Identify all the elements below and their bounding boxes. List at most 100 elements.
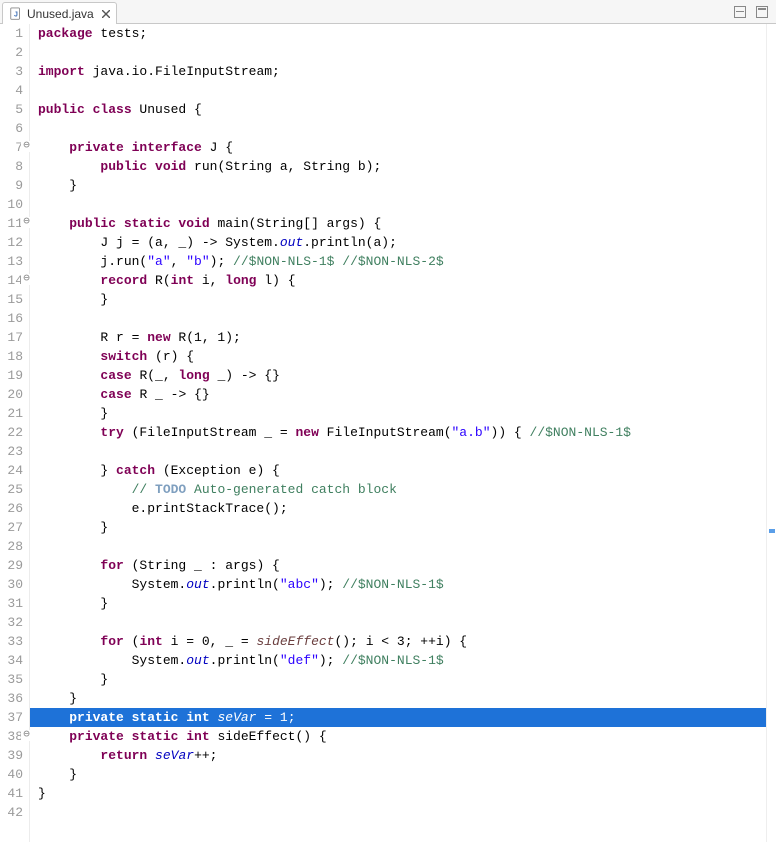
token-str: "a.b"	[452, 425, 491, 440]
close-icon[interactable]	[100, 8, 112, 20]
token-field: out	[280, 235, 303, 250]
line-number: 3	[0, 62, 25, 81]
token-kw: try	[100, 425, 123, 440]
overview-ruler[interactable]	[766, 24, 776, 842]
code-line[interactable]: import java.io.FileInputStream;	[38, 62, 776, 81]
code-line[interactable]: }	[38, 765, 776, 784]
line-number: 13	[0, 252, 25, 271]
line-number: 41	[0, 784, 25, 803]
token-cmt: //$NON-NLS-1$	[342, 577, 443, 592]
code-line[interactable]	[38, 309, 776, 328]
code-line[interactable]: }	[38, 290, 776, 309]
code-line[interactable]: }	[38, 518, 776, 537]
line-number: 11⊖	[0, 214, 25, 233]
line-number: 36	[0, 689, 25, 708]
code-line[interactable]: private static int sideEffect() {	[38, 727, 776, 746]
line-number: 42	[0, 803, 25, 822]
maximize-icon[interactable]	[756, 6, 768, 18]
token-str: "def"	[280, 653, 319, 668]
minimize-icon[interactable]	[734, 6, 746, 18]
gutter: 1234567⊖891011⊖121314⊖151617181920212223…	[0, 24, 30, 842]
token-kw: for	[100, 634, 123, 649]
code-line[interactable]: case R _ -> {}	[38, 385, 776, 404]
code-line[interactable]: // TODO Auto-generated catch block	[38, 480, 776, 499]
line-number: 17	[0, 328, 25, 347]
code-line[interactable]: switch (r) {	[38, 347, 776, 366]
code-line[interactable]: for (int i = 0, _ = sideEffect(); i < 3;…	[38, 632, 776, 651]
token-kw: record	[100, 273, 147, 288]
code-line[interactable]: }	[38, 176, 776, 195]
code-line[interactable]: }	[38, 404, 776, 423]
editor-body: 1234567⊖891011⊖121314⊖151617181920212223…	[0, 24, 776, 842]
code-line[interactable]: case R(_, long _) -> {}	[38, 366, 776, 385]
editor-frame: J Unused.java 1234567⊖891011⊖121314⊖1516…	[0, 0, 776, 842]
code-line[interactable]	[38, 442, 776, 461]
token-cmt: Auto-generated catch block	[186, 482, 397, 497]
code-line[interactable]: }	[38, 784, 776, 803]
code-line[interactable]: System.out.println("abc"); //$NON-NLS-1$	[38, 575, 776, 594]
code-line[interactable]: public void run(String a, String b);	[38, 157, 776, 176]
token-kw: new	[147, 330, 170, 345]
token-kw: case	[100, 368, 131, 383]
code-line[interactable]	[38, 119, 776, 138]
line-number: 25	[0, 480, 25, 499]
line-number: 6	[0, 119, 25, 138]
token-kw: private static int	[69, 729, 209, 744]
code-line[interactable]: }	[38, 594, 776, 613]
code-line[interactable]	[38, 81, 776, 100]
code-line[interactable]: package tests;	[38, 24, 776, 43]
overview-mark[interactable]	[769, 529, 775, 533]
token-kw: private static int	[69, 710, 209, 725]
code-line[interactable]: public static void main(String[] args) {	[38, 214, 776, 233]
code-line[interactable]	[38, 613, 776, 632]
tab-unused-java[interactable]: J Unused.java	[2, 2, 117, 24]
token-kw: public void	[100, 159, 186, 174]
code-line[interactable]: }	[38, 670, 776, 689]
line-number: 21	[0, 404, 25, 423]
code-line[interactable]	[38, 537, 776, 556]
code-line[interactable]: private interface J {	[38, 138, 776, 157]
code-line[interactable]: } catch (Exception e) {	[38, 461, 776, 480]
line-number: 19	[0, 366, 25, 385]
code-line[interactable]: public class Unused {	[38, 100, 776, 119]
line-number: 26	[0, 499, 25, 518]
token-kw: for	[100, 558, 123, 573]
line-number: 1	[0, 24, 25, 43]
line-number: 8	[0, 157, 25, 176]
code-line[interactable]: }	[38, 689, 776, 708]
code-line[interactable]: System.out.println("def"); //$NON-NLS-1$	[38, 651, 776, 670]
line-number: 2	[0, 43, 25, 62]
line-number: 39	[0, 746, 25, 765]
token-cmt: //$NON-NLS-1$	[342, 653, 443, 668]
tab-bar: J Unused.java	[0, 0, 776, 24]
code-line[interactable]	[38, 803, 776, 822]
line-number: 35	[0, 670, 25, 689]
line-number: 37	[0, 708, 25, 727]
code-line[interactable]: return seVar++;	[38, 746, 776, 765]
code-line[interactable]	[38, 43, 776, 62]
line-number: 10	[0, 195, 25, 214]
line-number: 38⊖	[0, 727, 25, 746]
token-cmt: //	[132, 482, 155, 497]
code-line[interactable]: try (FileInputStream _ = new FileInputSt…	[38, 423, 776, 442]
token-kw: case	[100, 387, 131, 402]
code-area[interactable]: package tests; import java.io.FileInputSt…	[30, 24, 776, 842]
line-number: 18	[0, 347, 25, 366]
token-t-it: seVar	[217, 710, 256, 725]
token-cmt: //$NON-NLS-1$	[530, 425, 631, 440]
code-line[interactable]: J j = (a, _) -> System.out.println(a);	[38, 233, 776, 252]
line-number: 24	[0, 461, 25, 480]
code-line[interactable]: for (String _ : args) {	[38, 556, 776, 575]
code-line[interactable]: e.printStackTrace();	[38, 499, 776, 518]
code-line[interactable]: R r = new R(1, 1);	[38, 328, 776, 347]
code-line[interactable]: record R(int i, long l) {	[38, 271, 776, 290]
code-line[interactable]: j.run("a", "b"); //$NON-NLS-1$ //$NON-NL…	[38, 252, 776, 271]
token-kw: new	[295, 425, 318, 440]
code-line[interactable]: private static int seVar = 1;	[30, 708, 776, 727]
line-number: 32	[0, 613, 25, 632]
line-number: 12	[0, 233, 25, 252]
line-number: 28	[0, 537, 25, 556]
line-number: 27	[0, 518, 25, 537]
code-line[interactable]	[38, 195, 776, 214]
token-str: "b"	[186, 254, 209, 269]
